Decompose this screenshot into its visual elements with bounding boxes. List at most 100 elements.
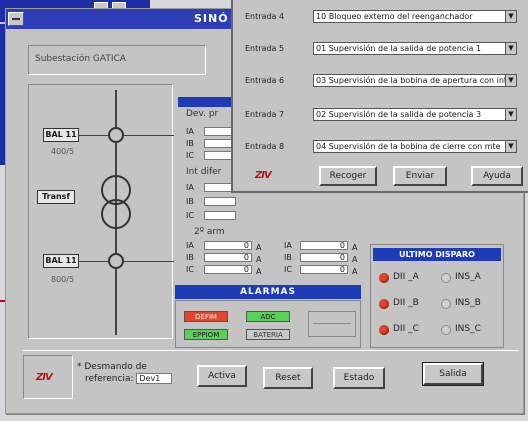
dropdown-arrow-icon[interactable]: ▼ (505, 43, 516, 54)
row-label: IC (186, 151, 194, 160)
trip-label: INS_C (455, 324, 481, 334)
transformer-winding-2 (101, 199, 131, 229)
input-label: Entrada 4 (245, 12, 285, 21)
reset-button[interactable]: Reset (263, 367, 313, 389)
row-label: IA (284, 241, 292, 250)
ziv-logo: ZIV (36, 372, 53, 383)
collect-button[interactable]: Recoger (319, 166, 377, 186)
trip-label: DII _A (393, 272, 419, 282)
substation-frame: Subestación GATICA (28, 45, 206, 75)
trip-label: INS_A (455, 272, 481, 282)
help-button[interactable]: Ayuda (471, 166, 523, 186)
input-4-value: 10 Bloqueo externo del reenganchador (316, 12, 473, 21)
harm-right-ia: 0 (300, 241, 348, 250)
row-label: IB (284, 253, 292, 262)
alarm-indicator-line (313, 323, 351, 324)
trip-label: INS_B (455, 298, 481, 308)
bottom-ct-symbol (108, 253, 124, 269)
section-protection: Dev. pr (186, 109, 219, 119)
row-label: IA (186, 183, 194, 192)
top-ct-out (124, 135, 174, 136)
dialog-footer: ZIV Recoger Enviar Ayuda (243, 166, 523, 190)
top-ct-symbol (108, 127, 124, 143)
alarms-panel: DEFIM ADC EPPIOM BATERIA (175, 300, 361, 348)
input-7-select[interactable]: 02 Supervisión de la salida de potencia … (313, 108, 517, 121)
window-title: SINÓ (194, 12, 229, 25)
differential-ib-field (204, 197, 236, 206)
logo-frame: ZIV (23, 355, 73, 399)
trip-label: DII _B (393, 298, 419, 308)
input-label: Entrada 6 (245, 76, 285, 85)
unit-label: A (256, 243, 262, 252)
input-6-value: 03 Supervisión de la bobina de apertura … (316, 76, 508, 85)
unit-label: A (256, 255, 262, 264)
section-second-harmonic: 2º arm (194, 227, 225, 237)
dropdown-arrow-icon[interactable]: ▼ (505, 109, 516, 120)
alarms-header: ALARMAS (175, 285, 361, 299)
unit-label: A (352, 243, 358, 252)
row-label: IA (186, 127, 194, 136)
input-5-value: 01 Supervisión de la salida de potencia … (316, 44, 482, 53)
input-5-select[interactable]: 01 Supervisión de la salida de potencia … (313, 42, 517, 55)
dropdown-arrow-icon[interactable]: ▼ (505, 75, 516, 86)
input-4-select[interactable]: 10 Bloqueo externo del reenganchador ▼ (313, 10, 517, 23)
note-line1: * Desmando de (77, 362, 147, 372)
trip-led-ins-b (441, 299, 451, 309)
dropdown-arrow-icon[interactable]: ▼ (505, 11, 516, 22)
bottom-bar: ZIV * Desmando de referencia: Dev1 Activ… (23, 350, 519, 402)
trip-label: DII _C (393, 324, 419, 334)
input-label: Entrada 8 (245, 142, 285, 151)
section-differential: Int difer (186, 167, 222, 177)
alarm-tag: DEFIM (184, 311, 228, 322)
alarm-tag: ADC (246, 311, 290, 322)
input-6-select[interactable]: 03 Supervisión de la bobina de apertura … (313, 74, 517, 87)
input-7-value: 02 Supervisión de la salida de potencia … (316, 110, 482, 119)
trip-led-dii-c (379, 325, 389, 335)
note-line2: referencia: (85, 374, 134, 384)
send-button[interactable]: Enviar (393, 166, 447, 186)
unit-label: A (256, 267, 262, 276)
bottom-ct-ratio: 800/5 (51, 275, 75, 284)
status-button[interactable]: Estado (333, 367, 385, 389)
row-label: IA (186, 241, 194, 250)
reference-input[interactable]: Dev1 (136, 373, 173, 384)
note-line2-wrap: referencia: Dev1 (77, 373, 173, 385)
reference-note: * Desmando de referencia: Dev1 (77, 361, 173, 385)
unit-label: A (352, 255, 358, 264)
substation-label: Subestación GATICA (35, 54, 126, 64)
bottom-ct-link (79, 261, 108, 262)
trip-led-ins-c (441, 325, 451, 335)
row-label: IB (186, 139, 194, 148)
exit-button[interactable]: Salida (422, 362, 484, 386)
last-trip-panel: ULTIMO DISPARO DII _A INS_A DII _B INS_B… (370, 244, 504, 348)
harm-left-ic: 0 (204, 265, 252, 274)
row-label: IC (186, 265, 194, 274)
ziv-logo: ZIV (255, 170, 272, 181)
row-label: IC (186, 211, 194, 220)
input-8-select[interactable]: 04 Supervisión de la bobina de cierre co… (313, 140, 517, 153)
top-ct-link (79, 135, 108, 136)
transformer-label: Transf (37, 190, 75, 204)
alarm-tag: EPPIOM (184, 329, 228, 340)
alarm-tag: BATERIA (246, 329, 290, 340)
bottom-ct-label: BAL 11 (43, 254, 79, 268)
alarm-indicator-box (308, 311, 356, 337)
activate-button[interactable]: Activa (197, 365, 247, 387)
differential-ic-field (204, 211, 236, 220)
bottom-ct-out (124, 261, 174, 262)
harm-left-ia: 0 (204, 241, 252, 250)
row-label: IC (284, 265, 292, 274)
last-trip-header: ULTIMO DISPARO (373, 248, 501, 261)
dropdown-arrow-icon[interactable]: ▼ (505, 141, 516, 152)
input-label: Entrada 5 (245, 44, 285, 53)
unit-label: A (352, 267, 358, 276)
harm-right-ib: 0 (300, 253, 348, 262)
row-label: IB (186, 253, 194, 262)
system-menu-button[interactable] (8, 12, 24, 26)
input-label: Entrada 7 (245, 110, 285, 119)
harm-right-ic: 0 (300, 265, 348, 274)
trip-led-dii-a (379, 273, 389, 283)
inputs-list: Entrada 4 10 Bloqueo externo del reengan… (245, 0, 525, 160)
harm-left-ib: 0 (204, 253, 252, 262)
inputs-dialog: Entrada 4 10 Bloqueo externo del reengan… (231, 0, 528, 193)
